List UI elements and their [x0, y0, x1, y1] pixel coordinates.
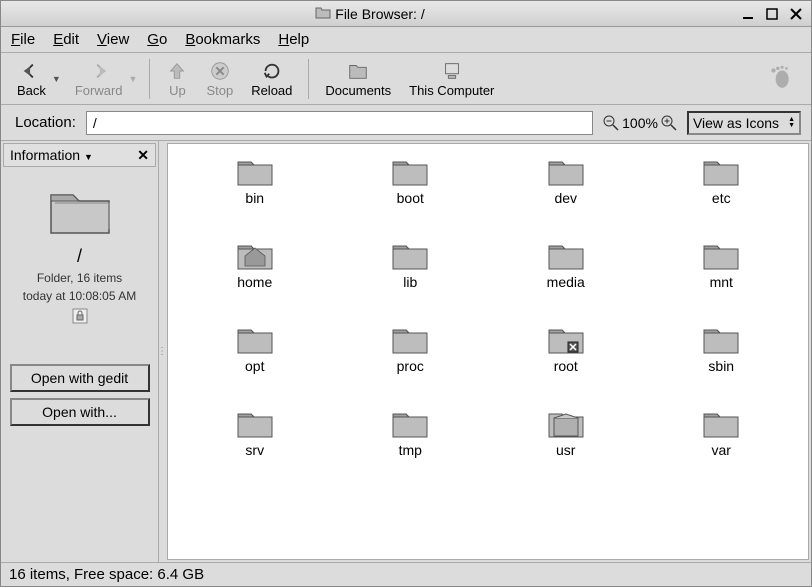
menu-edit[interactable]: Edit	[53, 31, 79, 48]
folder-lib[interactable]: lib	[336, 238, 486, 318]
zoom-in-icon[interactable]	[661, 115, 677, 131]
sidebar: Information ▼ ✕ / Folder, 16 items today…	[1, 141, 159, 562]
up-button[interactable]: Up	[160, 58, 194, 100]
documents-button[interactable]: Documents	[319, 58, 397, 100]
folder-dev[interactable]: dev	[491, 154, 641, 234]
menu-bookmarks[interactable]: Bookmarks	[185, 31, 260, 48]
minimize-button[interactable]	[739, 6, 757, 22]
folder-label: lib	[403, 274, 417, 290]
icon-view[interactable]: bin boot dev etc home lib media mnt opt proc root s…	[167, 143, 809, 560]
folder-media[interactable]: media	[491, 238, 641, 318]
folder-usr[interactable]: usr	[491, 406, 641, 486]
folder-srv[interactable]: srv	[180, 406, 330, 486]
window-title: File Browser: /	[335, 6, 424, 22]
permissions-icon	[3, 303, 156, 328]
zoom-out-icon[interactable]	[603, 115, 619, 131]
titlebar: File Browser: /	[1, 1, 811, 27]
folder-label: var	[712, 442, 731, 458]
zoom-level: 100%	[622, 115, 658, 131]
reload-button[interactable]: Reload	[245, 58, 298, 100]
forward-dropdown-icon: ▼	[129, 74, 140, 84]
location-input[interactable]	[86, 111, 593, 135]
folder-bin[interactable]: bin	[180, 154, 330, 234]
toolbar: Back ▼ Forward ▼ Up Stop Reload Document…	[1, 53, 811, 105]
close-button[interactable]	[787, 6, 805, 22]
view-as-selector[interactable]: View as Icons ▲▼	[687, 111, 801, 135]
sidebar-folder-name: /	[3, 242, 156, 267]
folder-label: bin	[245, 190, 264, 206]
folder-label: usr	[556, 442, 575, 458]
folder-etc[interactable]: etc	[647, 154, 797, 234]
gnome-foot-icon	[767, 64, 801, 93]
folder-mnt[interactable]: mnt	[647, 238, 797, 318]
menu-file[interactable]: File	[11, 31, 35, 48]
sidebar-close-icon[interactable]: ✕	[137, 147, 149, 164]
folder-label: dev	[554, 190, 577, 206]
menubar: File Edit View Go Bookmarks Help	[1, 27, 811, 53]
sidebar-header[interactable]: Information ▼ ✕	[3, 143, 156, 167]
open-with-button[interactable]: Open with...	[10, 398, 150, 426]
folder-label: etc	[712, 190, 731, 206]
menu-go[interactable]: Go	[147, 31, 167, 48]
sidebar-info-line1: Folder, 16 items	[3, 267, 156, 285]
menu-help[interactable]: Help	[278, 31, 309, 48]
menu-view[interactable]: View	[97, 31, 129, 48]
sidebar-info-line2: today at 10:08:05 AM	[3, 285, 156, 303]
folder-sbin[interactable]: sbin	[647, 322, 797, 402]
forward-button: Forward	[69, 58, 129, 100]
statusbar: 16 items, Free space: 6.4 GB	[1, 562, 811, 586]
folder-label: tmp	[399, 442, 422, 458]
folder-proc[interactable]: proc	[336, 322, 486, 402]
spinner-icon: ▲▼	[788, 117, 795, 129]
folder-label: sbin	[708, 358, 734, 374]
folder-label: media	[547, 274, 585, 290]
folder-root[interactable]: root	[491, 322, 641, 402]
folder-label: mnt	[710, 274, 733, 290]
folder-label: boot	[397, 190, 424, 206]
location-bar: Location: 100% View as Icons ▲▼	[1, 105, 811, 141]
location-label: Location:	[11, 114, 80, 131]
folder-label: root	[554, 358, 578, 374]
stop-button: Stop	[200, 58, 239, 100]
back-dropdown-icon[interactable]: ▼	[52, 74, 63, 84]
folder-var[interactable]: var	[647, 406, 797, 486]
this-computer-button[interactable]: This Computer	[403, 58, 500, 100]
sidebar-folder-icon	[3, 171, 156, 242]
status-text: 16 items, Free space: 6.4 GB	[9, 566, 204, 583]
back-button[interactable]: Back	[11, 58, 52, 100]
pane-resize-handle[interactable]: ⋮	[159, 141, 165, 562]
folder-home[interactable]: home	[180, 238, 330, 318]
folder-label: home	[237, 274, 272, 290]
folder-label: opt	[245, 358, 264, 374]
maximize-button[interactable]	[763, 6, 781, 22]
folder-label: srv	[245, 442, 264, 458]
folder-opt[interactable]: opt	[180, 322, 330, 402]
folder-boot[interactable]: boot	[336, 154, 486, 234]
folder-label: proc	[397, 358, 424, 374]
window-folder-icon	[315, 5, 331, 22]
folder-tmp[interactable]: tmp	[336, 406, 486, 486]
open-with-gedit-button[interactable]: Open with gedit	[10, 364, 150, 392]
